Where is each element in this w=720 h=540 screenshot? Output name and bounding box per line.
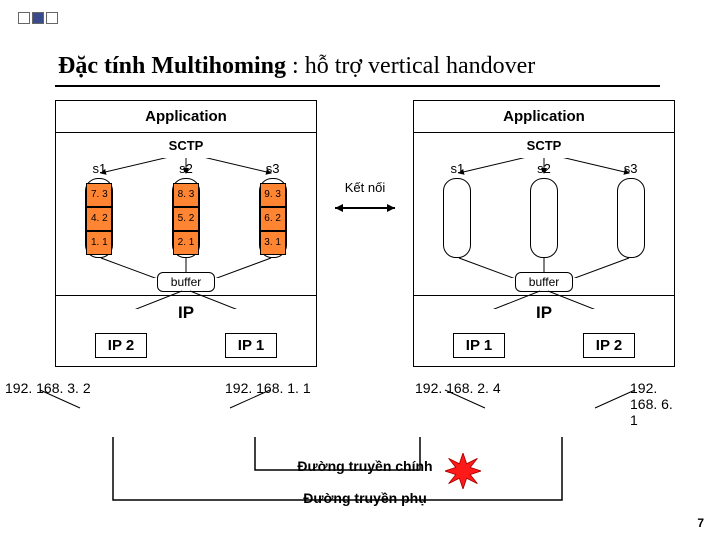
right-ip-addr-1: 192. 168. 2. 4 <box>415 380 501 396</box>
right-ip2: IP 2 <box>583 333 635 358</box>
corner-decoration <box>18 12 58 24</box>
right-ip1: IP 1 <box>453 333 505 358</box>
left-ip: IP <box>56 296 316 330</box>
right-endpoint: Application SCTP s1 s2 s3 buffer IP <box>413 100 675 367</box>
right-ip: IP <box>414 296 674 330</box>
page-number: 7 <box>697 516 704 530</box>
right-sctp: SCTP <box>414 133 674 158</box>
left-endpoint: Application SCTP s1 7. 3 4. 2 1. 1 s2 8.… <box>55 100 317 367</box>
left-buffer: buffer <box>56 269 316 295</box>
left-sctp: SCTP <box>56 133 316 158</box>
right-ip-addr-2: 192. 168. 6. 1 <box>630 380 675 428</box>
explosion-icon <box>445 453 481 489</box>
left-ip-addr-1: 192. 168. 3. 2 <box>5 380 91 396</box>
left-ip1: IP 1 <box>225 333 277 358</box>
right-application: Application <box>414 101 674 132</box>
left-ip-addr-2: 192. 168. 1. 1 <box>225 380 311 396</box>
left-ip2: IP 2 <box>95 333 147 358</box>
main-path-label: Đường truyền chính <box>55 458 675 474</box>
left-application: Application <box>56 101 316 132</box>
right-buffer: buffer <box>414 269 674 295</box>
backup-path-label: Đường truyền phụ <box>55 490 675 506</box>
title-underline <box>55 85 660 87</box>
connect-row: Kết nối <box>55 180 675 217</box>
page-title: Đặc tính Multihoming : hỗ trợ vertical h… <box>58 53 535 80</box>
